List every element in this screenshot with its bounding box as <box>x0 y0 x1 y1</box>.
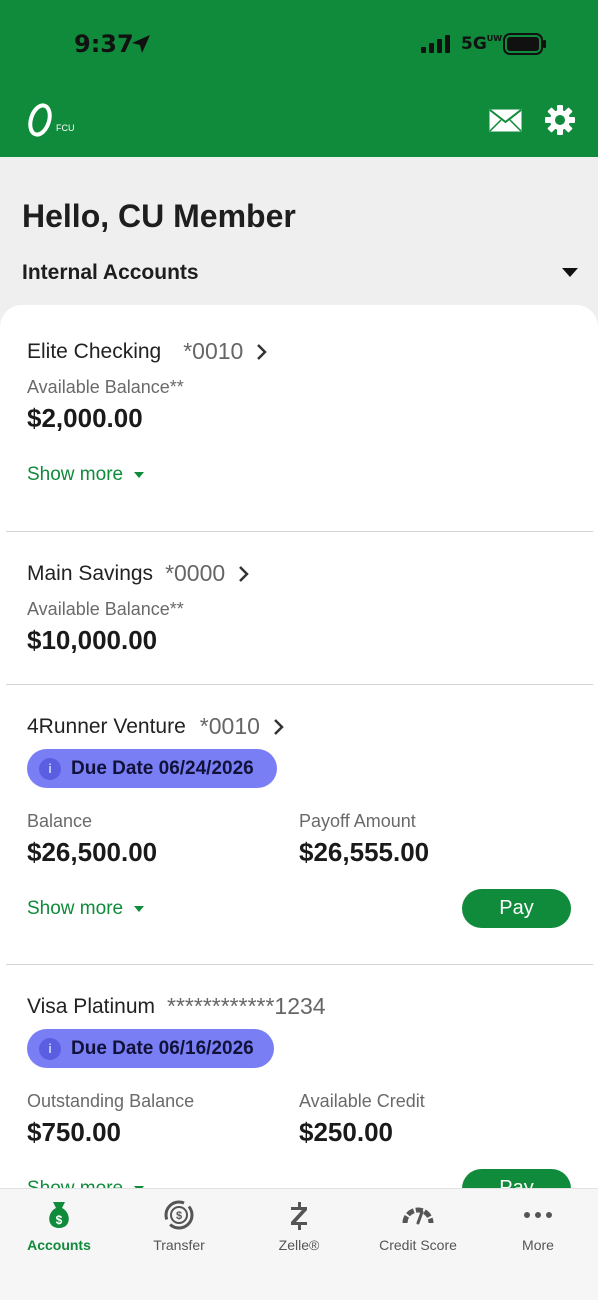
show-more-label: Show more <box>27 464 124 485</box>
chevron-right-icon <box>239 565 249 582</box>
network-type: 5GUW <box>461 34 503 54</box>
zelle-icon <box>291 1202 307 1230</box>
tab-label: More <box>522 1237 554 1253</box>
caret-down-icon <box>562 268 578 277</box>
payoff-label: Payoff Amount <box>299 811 416 831</box>
balance-amount: $10,000.00 <box>27 625 158 655</box>
info-icon: i <box>39 1037 61 1060</box>
status-time: 9:37 <box>74 30 134 58</box>
svg-text:$: $ <box>56 1213 63 1227</box>
tab-label: Zelle® <box>278 1237 320 1253</box>
transfer-icon: $ <box>164 1200 194 1230</box>
account-title-link[interactable]: Visa Platinum ************1234 <box>27 993 326 1020</box>
svg-text:$: $ <box>176 1210 182 1222</box>
due-date-badge: i Due Date 06/16/2026 <box>27 1029 274 1068</box>
due-date-badge: i Due Date 06/24/2026 <box>27 749 277 788</box>
balance-amount: $26,500.00 <box>27 837 158 867</box>
show-more-toggle[interactable]: Show more <box>27 898 145 920</box>
show-more-toggle[interactable]: Show more <box>27 464 145 486</box>
account-number: *0000 <box>165 560 226 586</box>
available-credit-label: Available Credit <box>299 1091 425 1111</box>
account-number: *0010 <box>199 713 260 739</box>
bottom-tab-bar: $ Accounts $ Transfer Zelle® Credit Scor… <box>0 1188 598 1300</box>
app-header: 9:37 5GUW FCU <box>0 0 598 157</box>
chevron-right-icon <box>257 343 268 360</box>
chevron-right-icon <box>274 718 284 735</box>
due-date-text: Due Date 06/16/2026 <box>71 1037 254 1059</box>
gear-icon[interactable] <box>544 104 576 136</box>
tab-more[interactable]: More <box>483 1199 593 1253</box>
network-sup: UW <box>486 34 503 43</box>
account-number: ************1234 <box>167 993 326 1019</box>
info-icon: i <box>39 757 61 780</box>
svg-text:FCU: FCU <box>56 123 75 133</box>
account-title-link[interactable]: 4Runner Venture *0010 <box>27 713 284 740</box>
tab-label: Accounts <box>27 1237 91 1253</box>
cellular-signal-icon <box>421 35 450 53</box>
gauge-icon <box>402 1207 434 1225</box>
account-group-label: Internal Accounts <box>22 261 199 284</box>
balance-label: Outstanding Balance <box>27 1091 195 1111</box>
location-arrow-icon <box>132 35 150 53</box>
tab-label: Credit Score <box>379 1237 457 1253</box>
fcu-logo-icon: FCU <box>28 103 75 137</box>
caret-down-icon <box>134 472 145 478</box>
show-more-label: Show more <box>27 898 124 919</box>
money-bag-icon: $ <box>49 1202 69 1228</box>
account-group-selector[interactable]: Internal Accounts <box>22 258 582 288</box>
balance-label: Available Balance** <box>27 377 184 397</box>
tab-accounts[interactable]: $ Accounts <box>4 1199 114 1253</box>
tab-label: Transfer <box>153 1237 205 1253</box>
due-date-text: Due Date 06/24/2026 <box>71 757 254 779</box>
pay-button[interactable]: Pay <box>462 889 571 928</box>
balance-amount: $2,000.00 <box>27 403 143 433</box>
account-card-credit: Visa Platinum ************1234 i Due Dat… <box>6 965 593 1205</box>
balance-amount: $750.00 <box>27 1117 121 1147</box>
accounts-panel: Elite Checking *0010 Available Balance**… <box>0 305 598 1205</box>
account-card-loan: 4Runner Venture *0010 i Due Date 06/24/2… <box>6 685 593 965</box>
balance-label: Balance <box>27 811 93 831</box>
account-name: 4Runner Venture <box>27 714 186 738</box>
account-name: Elite Checking <box>27 339 162 363</box>
account-card-checking: Elite Checking *0010 Available Balance**… <box>6 305 593 532</box>
available-credit-amount: $250.00 <box>299 1117 393 1147</box>
mail-icon[interactable] <box>489 109 522 132</box>
account-name: Main Savings <box>27 561 154 585</box>
account-title-link[interactable]: Elite Checking *0010 <box>27 338 268 365</box>
more-dots-icon <box>524 1212 552 1218</box>
account-number: *0010 <box>183 338 244 364</box>
account-card-savings: Main Savings *0000 Available Balance** $… <box>6 532 593 685</box>
account-title-link[interactable]: Main Savings *0000 <box>27 560 249 587</box>
greeting-title: Hello, CU Member <box>22 198 296 234</box>
payoff-amount: $26,555.00 <box>299 837 430 867</box>
balance-label: Available Balance** <box>27 599 184 619</box>
account-name: Visa Platinum <box>27 994 156 1018</box>
tab-zelle[interactable]: Zelle® <box>244 1199 354 1253</box>
tab-transfer[interactable]: $ Transfer <box>124 1199 234 1253</box>
battery-icon <box>503 33 546 55</box>
caret-down-icon <box>134 906 145 912</box>
tab-credit-score[interactable]: Credit Score <box>363 1199 473 1253</box>
